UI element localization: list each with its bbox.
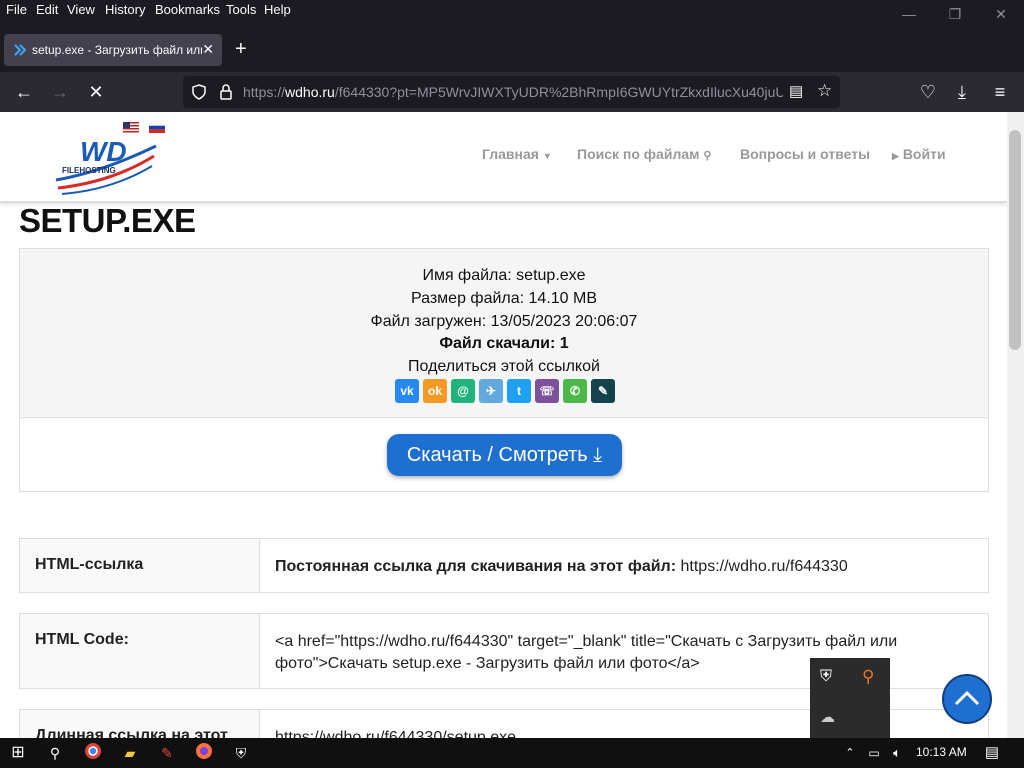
defender-icon[interactable]: ⛨ xyxy=(229,742,253,764)
notification-icon[interactable]: ▤ xyxy=(980,742,1004,764)
share-label: Поделиться этой ссылкой xyxy=(408,358,600,375)
file-size-line: Размер файла: 14.10 MB xyxy=(410,290,598,307)
nav-bar: ← → ✕ https://wdho.ru/f644330?pt=MP5WrvJ… xyxy=(0,72,1024,112)
site-logo[interactable]: WD FILEHOSTING xyxy=(52,136,162,200)
taskbar: ⊞ ⚲ ▰ ✎ ⛨ ⌃ ▭ 🔈︎ 10:13 AM ▤ xyxy=(0,738,1024,768)
pocket-icon[interactable]: ♡ xyxy=(916,80,940,104)
url-text[interactable]: https://wdho.ru/f644330?pt=MP5WrvJIWXTyU… xyxy=(243,84,783,100)
html-link-row: HTML-ссылка Постоянная ссылка для скачив… xyxy=(19,538,989,593)
share-ok-icon[interactable]: ok xyxy=(423,379,447,403)
menu-history[interactable]: History xyxy=(105,2,145,17)
logo-text: WD xyxy=(80,136,127,167)
share-whatsapp-icon[interactable]: ✆ xyxy=(563,379,587,403)
file-uploaded-line: Файл загружен: 13/05/2023 20:06:07 xyxy=(370,313,638,330)
bookmark-star-icon[interactable]: ☆ xyxy=(817,81,832,101)
share-viber-icon[interactable]: ☏ xyxy=(535,379,559,403)
reader-view-icon[interactable]: ▤ xyxy=(789,82,803,100)
shield-icon[interactable] xyxy=(191,84,207,100)
menu-bar: File Edit View History Bookmarks Tools H… xyxy=(0,0,1024,22)
caret-down-icon: ▼ xyxy=(542,151,552,161)
file-info-details: Имя файла: setup.exe Размер файла: 14.10… xyxy=(20,249,988,418)
download-icon: ⤓ xyxy=(593,444,603,466)
html-link-label: HTML-ссылка xyxy=(20,539,260,592)
new-tab-icon[interactable]: + xyxy=(235,38,247,61)
taskbar-search-icon[interactable]: ⚲ xyxy=(43,742,67,764)
html-link-url[interactable]: https://wdho.ru/f644330 xyxy=(681,558,848,575)
share-livejournal-icon[interactable]: ✎ xyxy=(591,379,615,403)
menu-file[interactable]: File xyxy=(6,2,27,17)
chevron-up-icon xyxy=(954,690,980,706)
nav-search[interactable]: Поиск по файлам ⚲ xyxy=(577,146,711,162)
web-page: WD FILEHOSTING Главная ▼ Поиск по файлам… xyxy=(0,112,1007,738)
scrollbar-thumb[interactable] xyxy=(1009,130,1021,350)
tab-title: setup.exe - Загрузить файл или фото xyxy=(32,43,202,57)
caret-right-icon: ▶ xyxy=(892,151,899,161)
site-favicon-icon xyxy=(14,44,27,56)
html-link-value: Постоянная ссылка для скачивания на этот… xyxy=(275,558,848,575)
menu-tools[interactable]: Tools xyxy=(226,2,256,17)
site-header: WD FILEHOSTING Главная ▼ Поиск по файлам… xyxy=(0,112,1007,203)
tray-overflow-popup: ⛨ ⚲ ☁ xyxy=(810,658,890,738)
chrome-icon[interactable] xyxy=(81,742,105,764)
tray-expand-chevron-icon[interactable]: ⌃ xyxy=(838,742,862,764)
logo-subtext: FILEHOSTING xyxy=(62,166,116,175)
nav-faq[interactable]: Вопросы и ответы xyxy=(740,146,870,162)
share-twitter-icon[interactable]: t xyxy=(507,379,531,403)
cloud-offline-icon[interactable]: ☁ xyxy=(820,708,835,726)
hamburger-menu-icon[interactable]: ≡ xyxy=(988,80,1012,104)
page-title: SETUP.EXE xyxy=(19,202,196,239)
share-mail-icon[interactable]: @ xyxy=(451,379,475,403)
menu-view[interactable]: View xyxy=(67,2,95,17)
us-flag-icon[interactable] xyxy=(123,122,139,133)
back-icon[interactable]: ← xyxy=(12,80,36,104)
close-tab-icon[interactable]: ✕ xyxy=(202,41,214,58)
forward-icon[interactable]: → xyxy=(48,80,72,104)
search-tray-icon[interactable]: ⚲ xyxy=(862,667,874,687)
download-button[interactable]: Скачать / Смотреть ⤓ xyxy=(387,434,622,476)
security-shield-icon[interactable]: ⛨ xyxy=(820,668,832,686)
url-bar[interactable]: https://wdho.ru/f644330?pt=MP5WrvJIWXTyU… xyxy=(183,76,840,108)
scroll-to-top-button[interactable] xyxy=(942,674,992,724)
editor-icon[interactable]: ✎ xyxy=(155,742,179,764)
html-code-label: HTML Code: xyxy=(20,614,260,688)
network-icon[interactable]: ▭ xyxy=(862,742,886,764)
tab-bar: setup.exe - Загрузить файл или фото ✕ + xyxy=(0,22,1024,72)
long-link-label: Длинная ссылка на этот xyxy=(20,710,260,738)
search-icon: ⚲ xyxy=(703,150,712,162)
ru-flag-icon[interactable] xyxy=(149,122,165,133)
volume-icon[interactable]: 🔈︎ xyxy=(885,742,909,764)
share-vk-icon[interactable]: vk xyxy=(395,379,419,403)
menu-bookmarks[interactable]: Bookmarks xyxy=(155,2,220,17)
nav-login[interactable]: ▶ Войти xyxy=(892,146,946,162)
downloads-icon[interactable]: ⤓ xyxy=(950,80,974,104)
menu-edit[interactable]: Edit xyxy=(36,2,58,17)
nav-home[interactable]: Главная ▼ xyxy=(482,146,552,162)
firefox-icon[interactable] xyxy=(192,742,216,764)
start-windows-icon[interactable]: ⊞ xyxy=(6,742,30,764)
lock-icon[interactable] xyxy=(219,84,233,100)
menu-help[interactable]: Help xyxy=(264,2,291,17)
file-info-panel: Имя файла: setup.exe Размер файла: 14.10… xyxy=(19,248,989,492)
tab-active[interactable]: setup.exe - Загрузить файл или фото ✕ xyxy=(4,34,222,66)
file-downloads-line: Файл скачали: 1 xyxy=(439,335,569,352)
file-explorer-icon[interactable]: ▰ xyxy=(118,742,142,764)
stop-loading-icon[interactable]: ✕ xyxy=(84,80,108,104)
file-name-line: Имя файла: setup.exe xyxy=(422,267,586,284)
share-telegram-icon[interactable]: ✈ xyxy=(479,379,503,403)
taskbar-clock[interactable]: 10:13 AM xyxy=(916,745,967,759)
